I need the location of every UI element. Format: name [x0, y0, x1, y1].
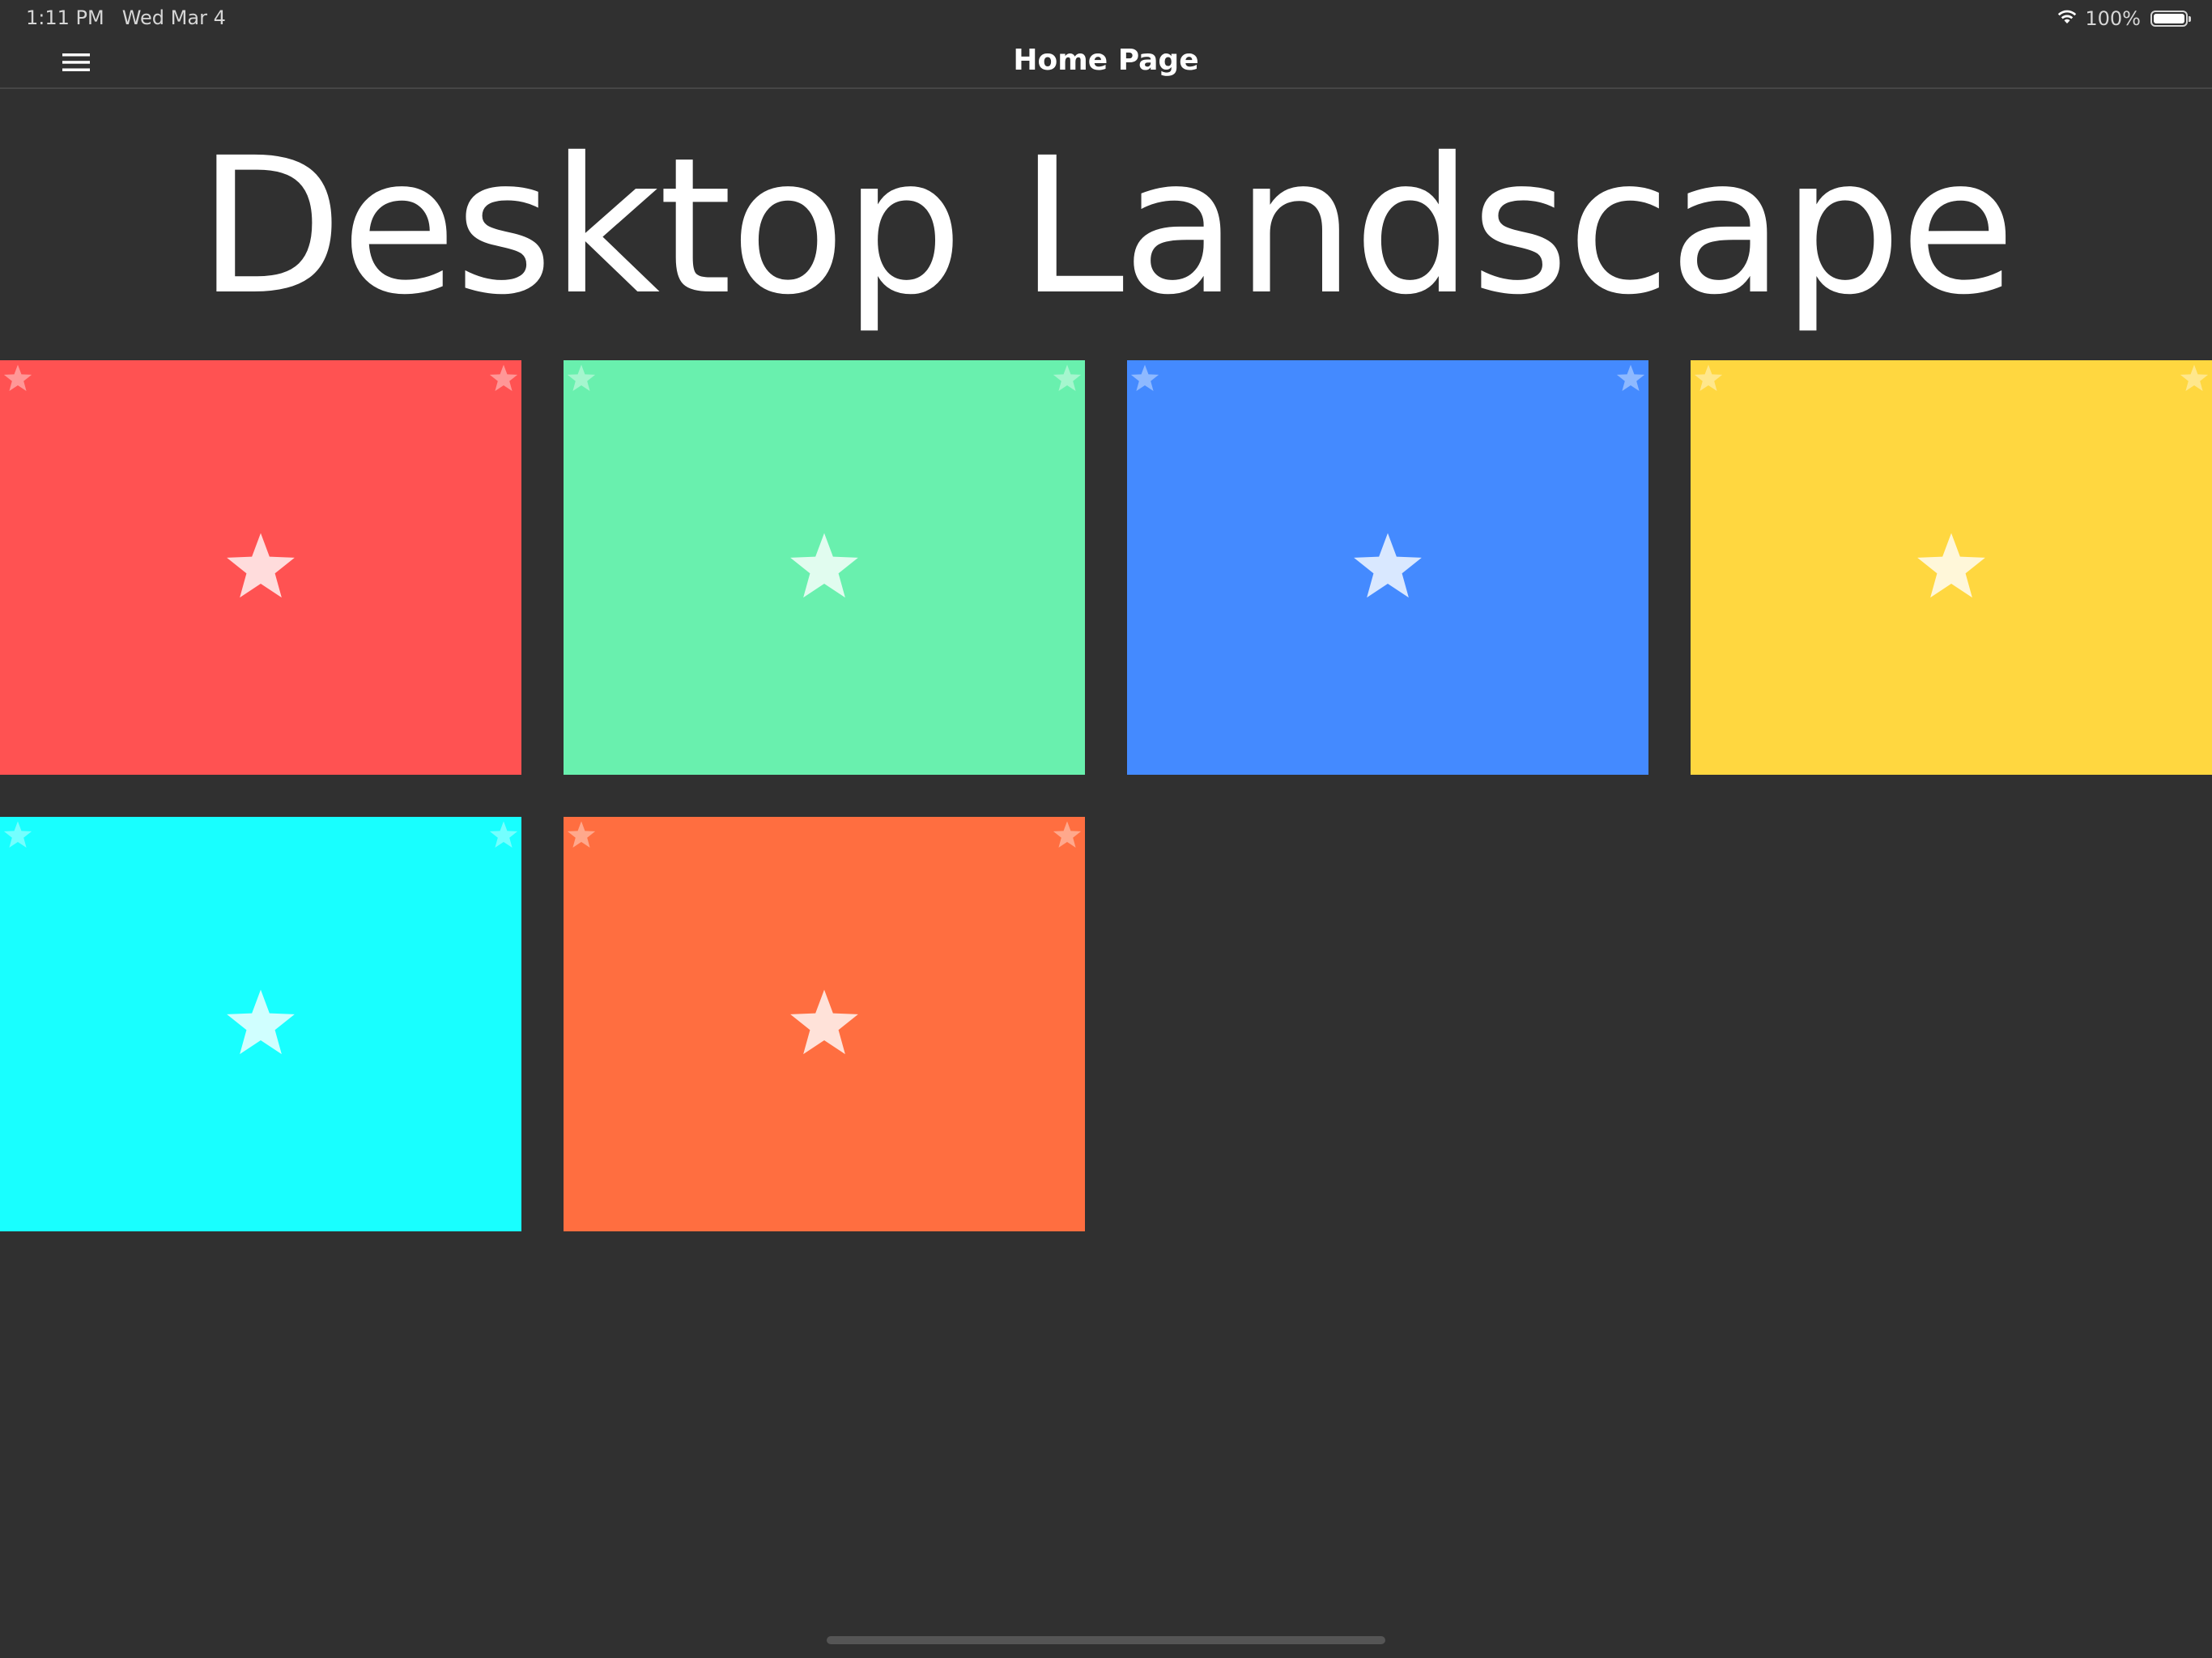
tile-cyan[interactable]	[0, 817, 521, 1231]
star-icon	[3, 820, 32, 852]
page: 1:11 PM Wed Mar 4 100% Home Page Desktop…	[0, 0, 2212, 1658]
star-icon	[1352, 530, 1423, 605]
star-icon	[489, 363, 518, 396]
star-icon	[489, 820, 518, 852]
star-icon	[789, 987, 860, 1061]
star-icon	[1616, 363, 1645, 396]
star-icon	[225, 987, 296, 1061]
status-bar: 1:11 PM Wed Mar 4 100%	[0, 0, 2212, 37]
tile-blue[interactable]	[1127, 360, 1648, 775]
battery-percent: 100%	[2085, 7, 2141, 30]
star-icon	[789, 530, 860, 605]
status-time: 1:11 PM	[26, 6, 104, 29]
star-icon	[1053, 820, 1082, 852]
app-bar: Home Page	[0, 37, 2212, 89]
battery-level	[2154, 14, 2184, 23]
tile-red[interactable]	[0, 360, 521, 775]
home-indicator[interactable]	[827, 1636, 1385, 1644]
star-icon	[567, 363, 596, 396]
star-icon	[1916, 530, 1987, 605]
star-icon	[3, 363, 32, 396]
tile-yellow[interactable]	[1691, 360, 2212, 775]
page-title: Home Page	[1013, 44, 1199, 77]
star-icon	[1130, 363, 1159, 396]
tile-orange[interactable]	[564, 817, 1085, 1231]
status-time-date: 1:11 PM Wed Mar 4	[26, 6, 226, 29]
status-indicators: 100%	[2056, 5, 2191, 32]
tile-green[interactable]	[564, 360, 1085, 775]
status-date: Wed Mar 4	[121, 6, 226, 29]
battery-icon	[2150, 11, 2191, 27]
star-icon	[225, 530, 296, 605]
headline: Desktop Landscape	[198, 117, 2016, 336]
star-icon	[1053, 363, 1082, 396]
star-icon	[2180, 363, 2209, 396]
star-icon	[567, 820, 596, 852]
star-icon	[1694, 363, 1723, 396]
wifi-icon	[2056, 7, 2078, 30]
